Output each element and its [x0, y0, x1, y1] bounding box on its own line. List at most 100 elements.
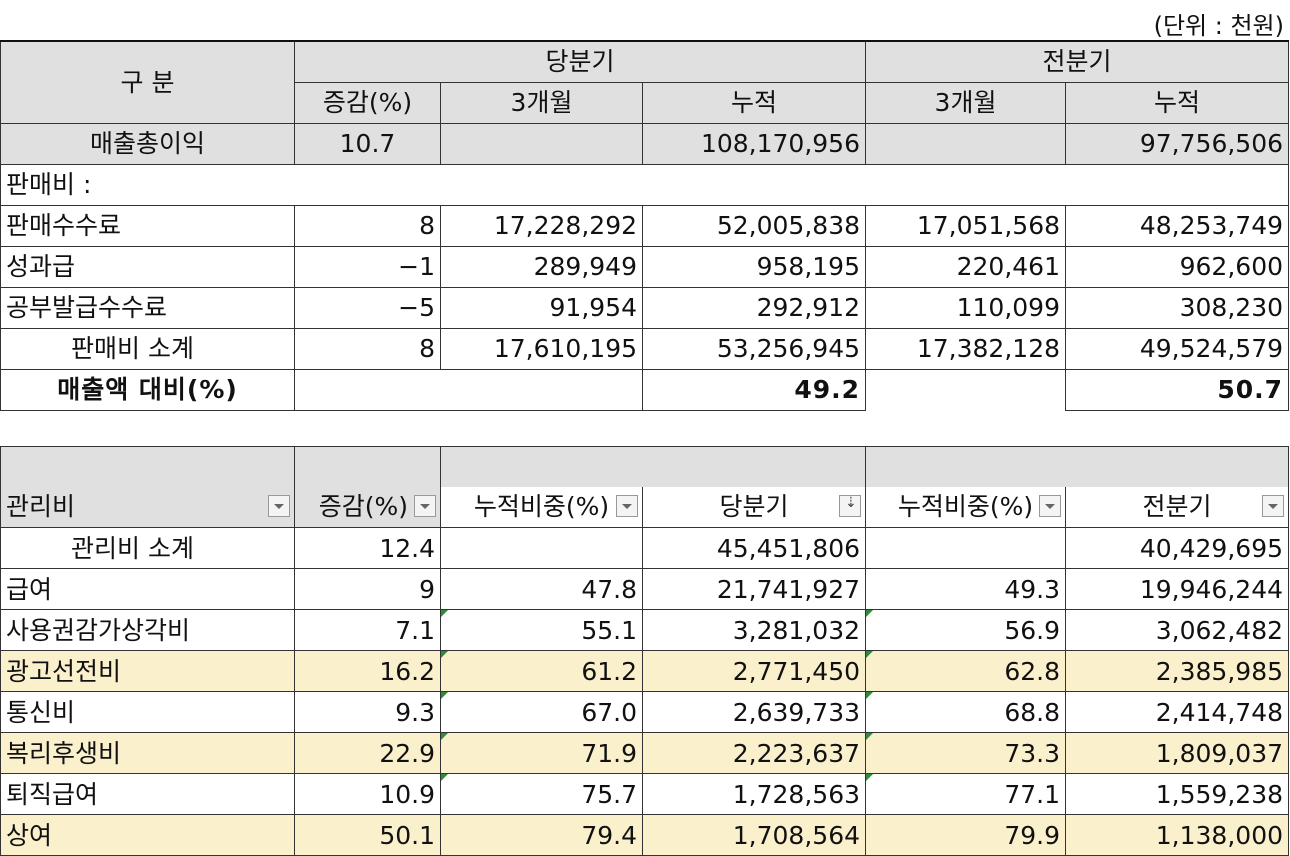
cell-cur-cum: 49.2	[642, 368, 866, 411]
header-admin-label: 관리비	[0, 486, 295, 528]
cell-prev-cum: 97,756,506	[1064, 122, 1290, 165]
comment-indicator-icon	[441, 610, 448, 617]
header-previous: 전분기	[1065, 486, 1289, 528]
filter-dropdown-icon[interactable]	[1262, 494, 1284, 517]
selling-subtotal-row: 판매비 소계 8 17,610,195 53,256,945 17,382,12…	[0, 327, 1290, 370]
cell-previous: 40,429,695	[1065, 527, 1289, 569]
cell-current: 45,451,806	[642, 527, 866, 569]
cell-current: 2,639,733	[642, 691, 866, 733]
cell-cur-3m: 17,228,292	[440, 204, 643, 247]
cell-cur-cum: 292,912	[642, 286, 866, 329]
filter-dropdown-icon[interactable]	[268, 494, 290, 517]
cell-change: 8	[294, 204, 441, 247]
cell-cur-cum: 108,170,956	[642, 122, 866, 165]
table-row: 사용권감가상각비 7.1 55.1 3,281,032 56.9 3,062,4…	[0, 609, 1289, 651]
header-category: 구 분	[0, 40, 295, 124]
table-row: 급여 9 47.8 21,741,927 49.3 19,946,244	[0, 568, 1289, 610]
cell-text: 56.9	[1004, 615, 1060, 645]
cell-prev-cum: 962,600	[1064, 245, 1290, 288]
cell-cur-cum: 53,256,945	[642, 327, 866, 370]
comment-indicator-icon	[866, 610, 873, 617]
row-label: 상여	[0, 814, 295, 856]
comment-indicator-icon	[866, 651, 873, 658]
cell-previous: 1,809,037	[1065, 732, 1289, 774]
cell-text: 75.7	[581, 779, 637, 809]
cell-current: 3,281,032	[642, 609, 866, 651]
cell-change: −5	[294, 286, 441, 329]
cell-empty	[294, 368, 643, 411]
cell-cur-cum: 958,195	[642, 245, 866, 288]
sort-descending-icon[interactable]	[839, 494, 861, 517]
cell-text: 71.9	[581, 738, 637, 768]
cell-cur-weight: 79.4	[440, 814, 643, 856]
cell-cur-cum: 52,005,838	[642, 204, 866, 247]
row-label: 복리후생비	[0, 732, 295, 774]
filter-dropdown-icon[interactable]	[414, 494, 436, 517]
section-label: 판매비 :	[0, 163, 1290, 206]
cell-prev-weight: 77.1	[865, 773, 1066, 815]
cell-current: 2,223,637	[642, 732, 866, 774]
unit-label: (단위 : 천원)	[1153, 12, 1284, 40]
row-label: 관리비 소계	[0, 527, 295, 569]
cell-cur-3m	[440, 122, 643, 165]
cell-cur-weight: 55.1	[440, 609, 643, 651]
header-filler	[440, 446, 866, 487]
table-row: 성과급 −1 289,949 958,195 220,461 962,600	[0, 245, 1290, 288]
cell-cur-weight: 67.0	[440, 691, 643, 733]
row-label: 공부발급수수료	[0, 286, 295, 329]
comment-indicator-icon	[441, 774, 448, 781]
cell-prev-cum: 49,524,579	[1064, 327, 1290, 370]
header-text: 전분기	[1142, 492, 1212, 522]
comment-indicator-icon	[441, 651, 448, 658]
header-cumulative: 누적	[642, 81, 866, 124]
cell-prev-weight: 49.3	[865, 568, 1066, 610]
header-prev-weight: 누적비중(%)	[865, 486, 1066, 528]
header-cur-weight: 누적비중(%)	[440, 486, 643, 528]
header-text: 누적비중(%)	[473, 492, 610, 522]
cell-text: 61.2	[581, 656, 637, 686]
cell-prev-3m: 110,099	[865, 286, 1066, 329]
comment-indicator-icon	[866, 733, 873, 740]
table-row: 판매수수료 8 17,228,292 52,005,838 17,051,568…	[0, 204, 1290, 247]
cell-prev-cum: 308,230	[1064, 286, 1290, 329]
header-current: 당분기	[642, 486, 866, 528]
cell-prev-3m: 17,051,568	[865, 204, 1066, 247]
header-text: 증감(%)	[318, 492, 408, 522]
cell-cur-3m: 289,949	[440, 245, 643, 288]
cell-prev-weight	[865, 527, 1066, 569]
cell-empty	[865, 368, 1066, 410]
gross-profit-row: 매출총이익 10.7 108,170,956 97,756,506	[0, 122, 1290, 165]
comment-indicator-icon	[441, 733, 448, 740]
cell-cur-weight: 61.2	[440, 650, 643, 692]
cell-previous: 2,414,748	[1065, 691, 1289, 733]
row-label: 판매수수료	[0, 204, 295, 247]
header-prev-cumulative: 누적	[1064, 81, 1290, 124]
cell-prev-weight: 79.9	[865, 814, 1066, 856]
row-label: 성과급	[0, 245, 295, 288]
header-filler	[865, 446, 1289, 487]
cell-change: 12.4	[294, 527, 441, 569]
comment-indicator-icon	[866, 692, 873, 699]
cell-text: 62.8	[1004, 656, 1060, 686]
cell-change: 8	[294, 327, 441, 370]
cell-change: 10.7	[294, 122, 441, 165]
cell-current: 21,741,927	[642, 568, 866, 610]
filter-dropdown-icon[interactable]	[616, 494, 638, 517]
cell-prev-3m: 220,461	[865, 245, 1066, 288]
selling-expenses-table: 구 분 당분기 전분기 증감(%) 3개월 누적 3개월 누적 매출총이익 10…	[0, 40, 1290, 411]
cell-prev-3m: 17,382,128	[865, 327, 1066, 370]
table-row: 상여 50.1 79.4 1,708,564 79.9 1,138,000	[0, 814, 1289, 856]
cell-cur-weight: 75.7	[440, 773, 643, 815]
cell-change: 9.3	[294, 691, 441, 733]
cell-change: −1	[294, 245, 441, 288]
admin-expenses-table: 관리비 증감(%) 누적비중(%) 당분기 누적비중(%) 전분기 관리비 소계…	[0, 446, 1289, 856]
cell-current: 2,771,450	[642, 650, 866, 692]
cell-previous: 1,138,000	[1065, 814, 1289, 856]
cell-prev-weight: 73.3	[865, 732, 1066, 774]
cell-cur-3m: 17,610,195	[440, 327, 643, 370]
header-text: 당분기	[719, 492, 789, 522]
filter-dropdown-icon[interactable]	[1039, 494, 1061, 517]
comment-indicator-icon	[866, 774, 873, 781]
header-change: 증감(%)	[294, 81, 441, 124]
header-text: 관리비	[6, 492, 76, 522]
